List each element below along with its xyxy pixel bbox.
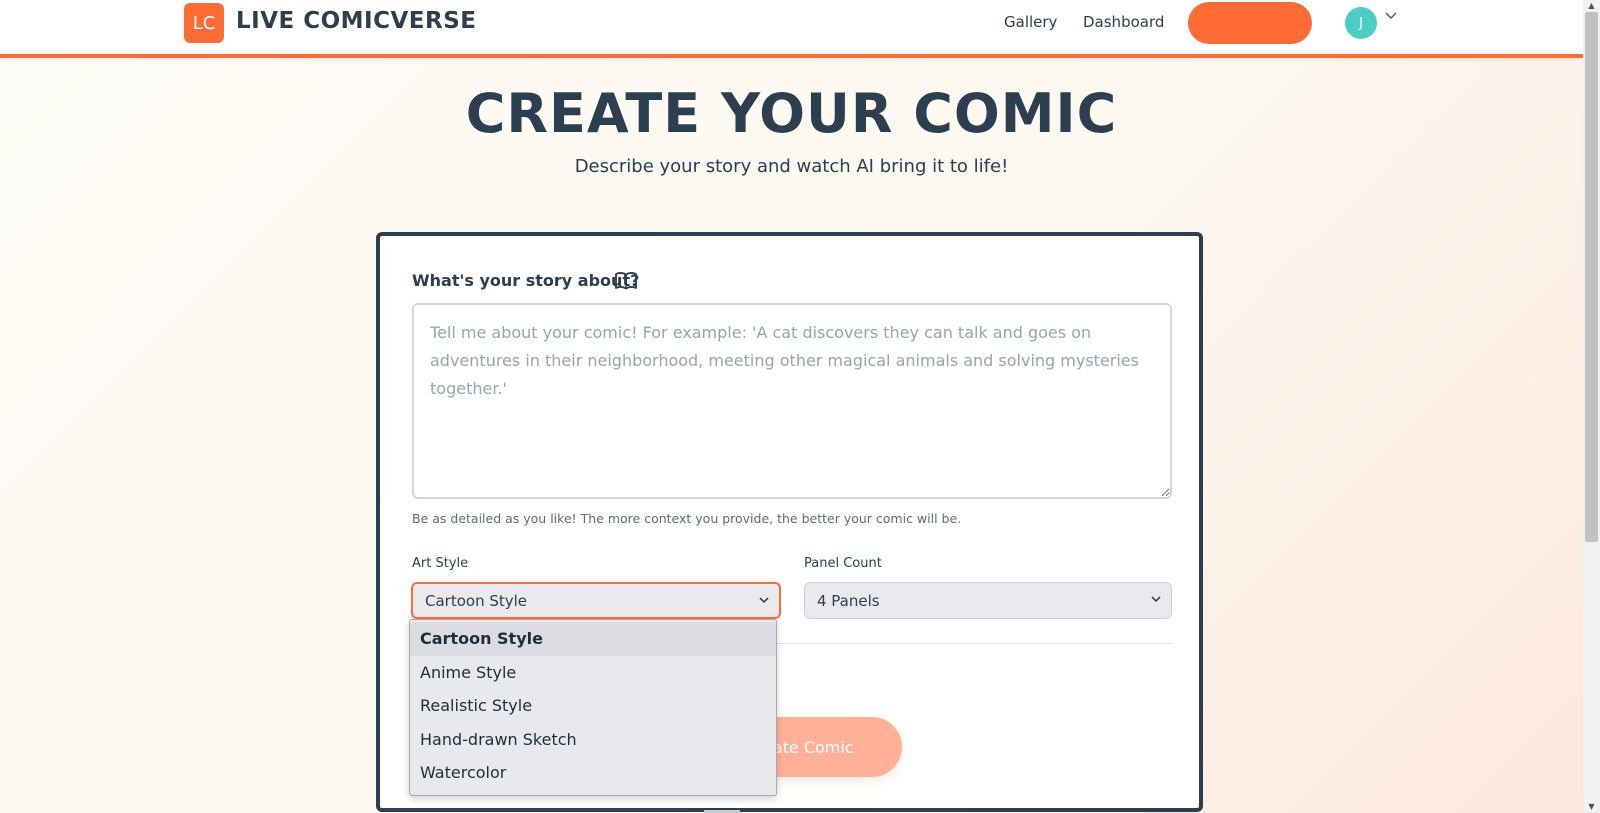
dropdown-option[interactable]: Cartoon Style [410,622,776,656]
brand-name[interactable]: LIVE COMICVERSE [236,8,477,34]
dropdown-option[interactable]: Watercolor [410,756,776,790]
page-scrollbar[interactable]: ▲ ▼ [1583,0,1600,813]
logo-badge[interactable]: LC [184,3,224,43]
header-cta-button[interactable] [1188,2,1312,44]
story-hint: Be as detailed as you like! The more con… [412,511,962,526]
scroll-thumb[interactable] [1585,12,1598,542]
story-textarea[interactable] [412,303,1172,499]
panel-count-value: 4 Panels [817,591,880,610]
chevron-down-icon [759,597,769,604]
page-subtitle: Describe your story and watch AI bring i… [574,156,1009,177]
nav-link-gallery[interactable]: Gallery [1004,13,1057,31]
nav-link-dashboard[interactable]: Dashboard [1083,13,1164,31]
art-style-select[interactable]: Cartoon Style [411,582,781,619]
art-style-value: Cartoon Style [425,591,528,610]
top-navbar: LC LIVE COMICVERSE Gallery Dashboard J [0,0,1583,58]
dropdown-option[interactable]: Realistic Style [410,689,776,723]
book-icon [615,272,637,290]
dropdown-option[interactable]: Anime Style [410,656,776,690]
chevron-down-icon [1151,596,1161,603]
art-style-label: Art Style [412,556,469,571]
scroll-up-arrow-icon[interactable]: ▲ [1583,0,1600,12]
panel-count-select[interactable]: 4 Panels [804,582,1172,619]
panel-count-label: Panel Count [804,556,882,571]
chevron-down-icon[interactable] [1385,12,1397,20]
scroll-down-arrow-icon[interactable]: ▼ [1583,801,1600,813]
avatar[interactable]: J [1345,7,1377,39]
page-title: CREATE YOUR COMIC [465,82,1118,145]
dropdown-option[interactable]: Hand-drawn Sketch [410,723,776,757]
story-label: What's your story about? [412,271,640,290]
art-style-dropdown: Cartoon Style Anime Style Realistic Styl… [409,619,777,796]
